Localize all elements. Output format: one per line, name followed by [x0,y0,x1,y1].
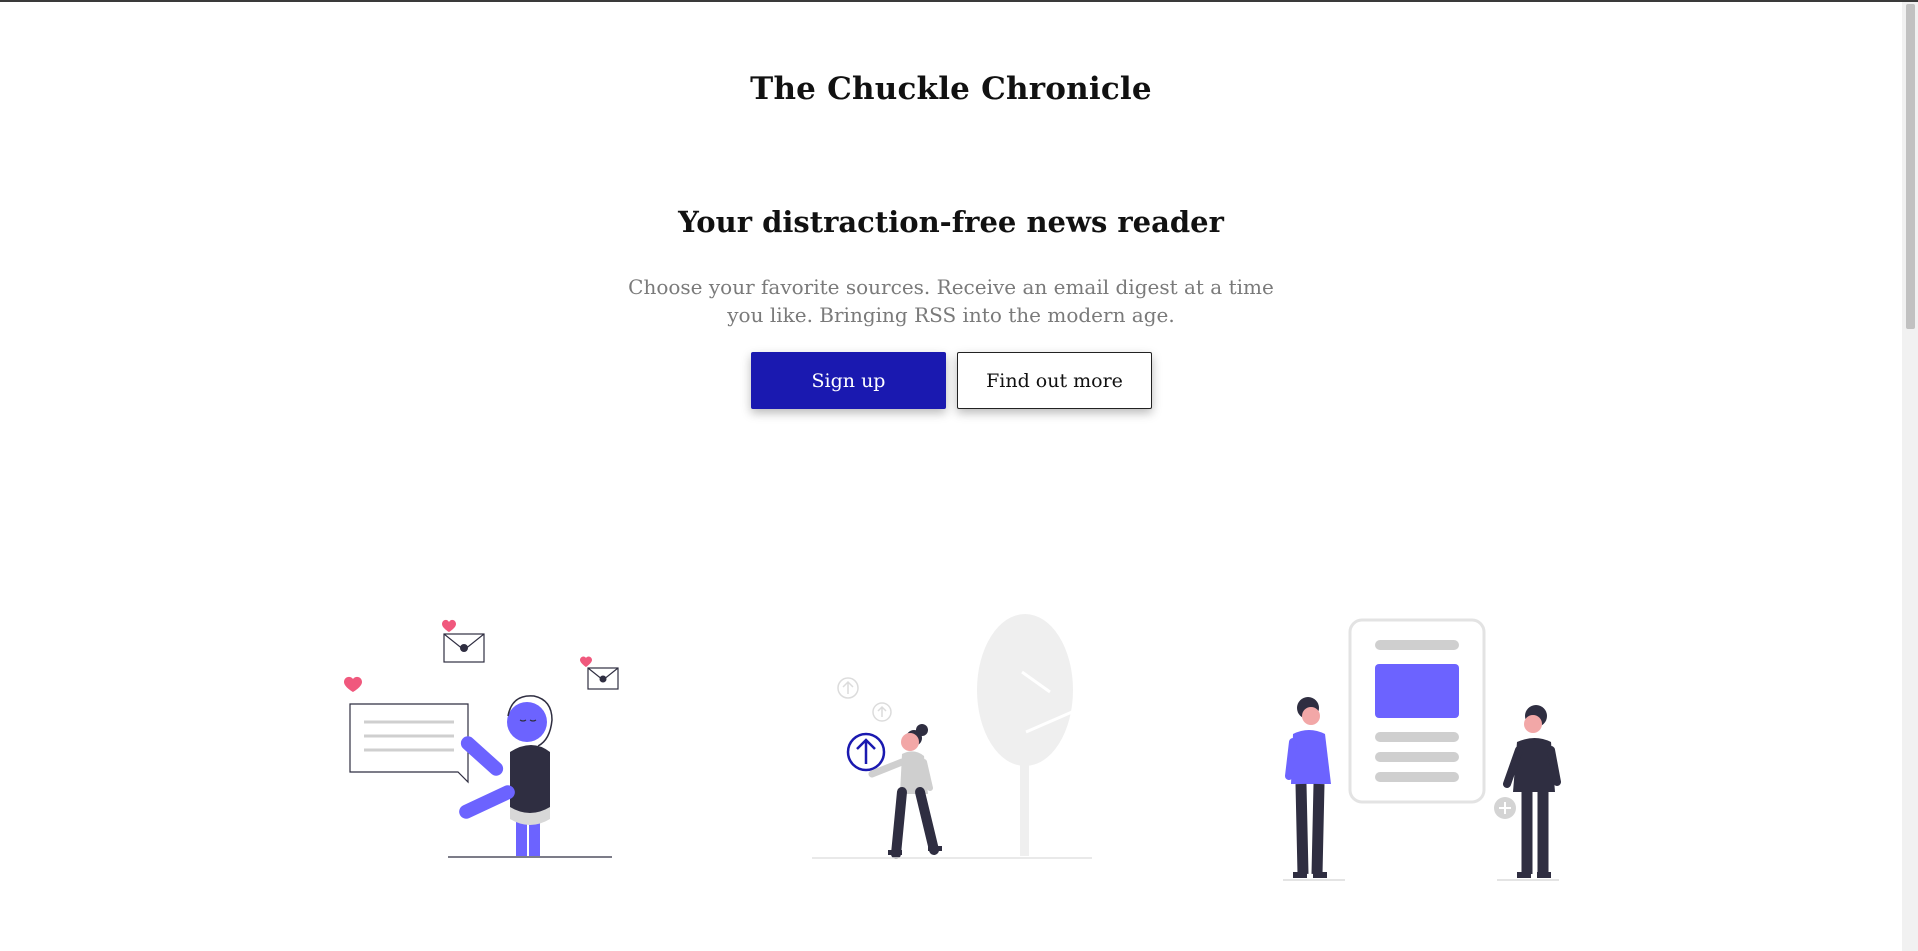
person-figure [459,695,553,856]
heart-icon [442,619,456,632]
love-messages-illustration [344,619,619,858]
envelope-icon [443,633,485,663]
upload-illustration [812,614,1092,859]
hero-subtitle: Choose your favorite sources. Receive an… [628,275,1274,327]
scrollbar-thumb[interactable] [1906,4,1915,329]
upload-arrow-icon [872,702,892,722]
upload-arrow-icon [837,677,859,699]
tree-shape [977,614,1073,856]
chat-bubble-icon [349,703,469,784]
person-figure [1503,705,1561,878]
article-reading-illustration [1283,618,1561,881]
add-icon [1494,797,1516,819]
find-out-more-button[interactable]: Find out more [957,352,1152,409]
person-figure [1285,697,1331,878]
landing-page: The Chuckle Chronicle Your distraction-f… [0,2,1902,951]
sign-up-button[interactable]: Sign up [751,352,946,409]
heart-icon [580,656,592,667]
upload-arrow-icon [846,732,886,772]
article-card [1348,618,1486,804]
heart-icon [344,676,362,692]
hero-title: Your distraction-free news reader [678,205,1224,239]
site-title: The Chuckle Chronicle [750,71,1152,107]
envelope-icon [587,667,619,690]
vertical-scrollbar[interactable] [1902,2,1918,951]
